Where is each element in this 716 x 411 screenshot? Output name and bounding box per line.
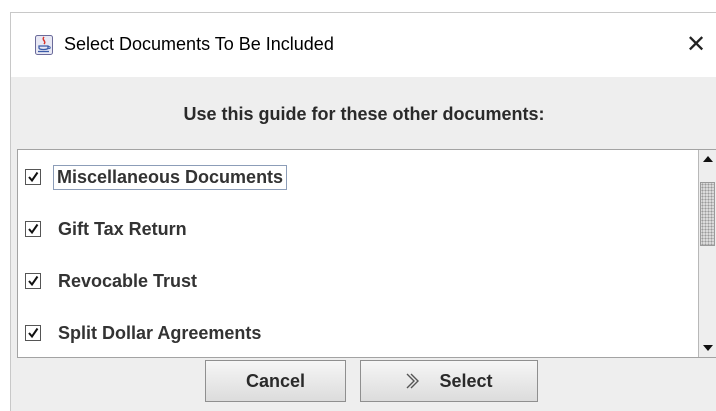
document-checkbox[interactable] [25,169,41,185]
document-checkbox[interactable] [25,273,41,289]
instruction-heading: Use this guide for these other documents… [183,104,545,124]
document-checkbox[interactable] [25,221,41,237]
vertical-scrollbar[interactable] [698,150,716,357]
dialog-window: Select Documents To Be Included ✕ Use th… [10,12,716,411]
scroll-thumb[interactable] [700,182,715,246]
document-label: Gift Tax Return [58,219,187,239]
documents-list[interactable]: Miscellaneous Documents Gift Tax Return Re… [17,149,716,358]
select-button-label: Select [439,370,493,391]
select-button[interactable]: Select [360,360,538,402]
window-title: Select Documents To Be Included [64,34,334,54]
scroll-down-arrow-icon[interactable] [700,339,716,357]
document-checkbox[interactable] [25,325,41,341]
list-item[interactable]: Miscellaneous Documents [18,157,698,193]
cancel-button[interactable]: Cancel [205,360,346,402]
java-coffee-cup-icon [35,35,53,55]
document-label: Miscellaneous Documents [53,165,288,190]
title-bar[interactable]: Select Documents To Be Included ✕ [11,13,716,77]
list-item[interactable]: Revocable Trust [18,261,698,297]
document-label: Split Dollar Agreements [58,323,262,343]
scroll-up-arrow-icon[interactable] [700,150,716,168]
list-item[interactable]: Gift Tax Return [18,209,698,245]
cancel-button-label: Cancel [245,370,306,391]
close-button[interactable]: ✕ [679,29,713,59]
list-item[interactable]: Split Dollar Agreements [18,313,698,349]
double-chevron-right-icon [405,372,421,390]
document-label: Revocable Trust [58,271,198,291]
